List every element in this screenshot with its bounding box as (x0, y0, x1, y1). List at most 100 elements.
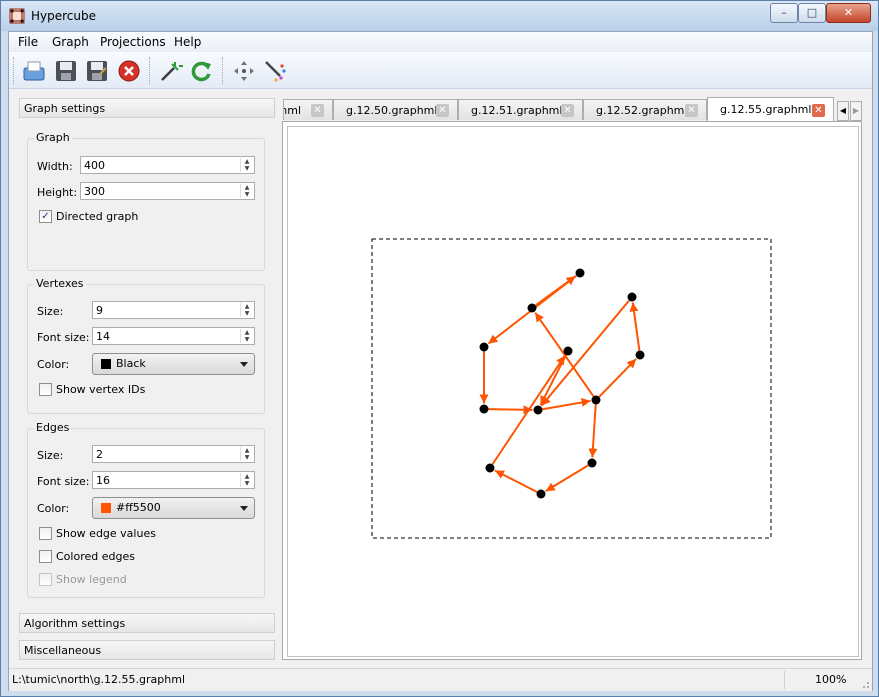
settings-panel: Graph settings Graph Width: 400 ▲ ▼ Heigh… (9, 90, 277, 660)
graph-edge-11 (494, 469, 538, 493)
edges-group-title: Edges (34, 421, 72, 434)
width-spinbox[interactable]: 400 ▲ ▼ (80, 156, 255, 174)
tab-g-12-50[interactable]: g.12.50.graphml ✕ (333, 99, 458, 120)
save-as-icon[interactable] (84, 58, 110, 84)
vertex-color-combo[interactable]: Black (92, 353, 255, 375)
open-icon[interactable] (21, 58, 47, 84)
tab-bar: g.12.49.graphml ✕ g.12.50.graphml ✕ g.12… (283, 97, 865, 121)
spin-arrows-icon[interactable]: ▲ ▼ (240, 184, 253, 198)
show-legend-checkbox[interactable] (39, 573, 52, 586)
color-icon[interactable] (262, 58, 288, 84)
graph-vertex-v11[interactable] (485, 463, 495, 473)
spin-arrows-icon[interactable]: ▲ ▼ (240, 329, 253, 343)
graph-edge-7 (598, 358, 637, 398)
toolbar-separator-2 (222, 57, 225, 85)
graph-vertex-v1[interactable] (575, 268, 585, 278)
colored-edges-checkbox[interactable] (39, 550, 52, 563)
maximize-button[interactable]: □ (798, 3, 826, 23)
width-label: Width: (37, 160, 73, 173)
graph-vertex-v7[interactable] (635, 350, 645, 360)
hypercube-app-icon (9, 8, 25, 24)
close-tab-icon[interactable]: ✕ (685, 104, 698, 117)
show-vertex-ids-checkbox[interactable] (39, 383, 52, 396)
toolbar (9, 52, 872, 89)
graph-vertex-v5[interactable] (533, 405, 543, 415)
vertex-color-value: Black (116, 357, 146, 370)
close-file-icon[interactable] (116, 58, 142, 84)
vertex-font-size-spinbox[interactable]: 14 ▲ ▼ (92, 327, 255, 345)
edge-font-size-spinbox[interactable]: 16 ▲ ▼ (92, 471, 255, 489)
transform-icon[interactable] (158, 58, 184, 84)
graph-vertex-v2[interactable] (527, 303, 537, 313)
graph-settings-header[interactable]: Graph settings (19, 98, 275, 118)
tab-g-12-49[interactable]: g.12.49.graphml ✕ (283, 99, 333, 120)
menu-projections[interactable]: Projections (100, 35, 166, 49)
show-edge-values-checkbox[interactable] (39, 527, 52, 540)
app-window: Hypercube – □ ✕ File Graph Projections H… (0, 0, 879, 697)
graph-vertex-v8[interactable] (627, 292, 637, 302)
graph-vertex-v12[interactable] (563, 346, 573, 356)
spin-arrows-icon[interactable]: ▲ ▼ (240, 447, 253, 461)
edge-layer (479, 274, 641, 493)
resize-grip-icon[interactable] (860, 679, 870, 689)
tab-scroll-right-icon[interactable]: ▶ (850, 101, 862, 121)
width-value: 400 (84, 159, 105, 172)
status-separator (784, 671, 785, 689)
graph-vertex-v10[interactable] (536, 489, 546, 499)
miscellaneous-header[interactable]: Miscellaneous (19, 640, 275, 660)
vertex-layer (479, 268, 645, 499)
edge-color-value: #ff5500 (116, 501, 161, 514)
menu-graph[interactable]: Graph (52, 35, 89, 49)
height-spinbox[interactable]: 300 ▲ ▼ (80, 182, 255, 200)
graph-edge-10 (545, 464, 589, 492)
reload-icon[interactable] (189, 58, 215, 84)
status-zoom: 100% (815, 673, 847, 686)
close-tab-icon[interactable]: ✕ (812, 104, 825, 117)
tab-g-12-52[interactable]: g.12.52.graphml ✕ (583, 99, 707, 120)
client-area: File Graph Projections Help Graph settin… (8, 31, 873, 691)
tab-label: g.12.52.graphml (596, 104, 688, 117)
vertex-size-spinbox[interactable]: 9 ▲ ▼ (92, 301, 255, 319)
vertex-size-value: 9 (96, 304, 103, 317)
edge-color-swatch (101, 503, 111, 513)
edge-size-spinbox[interactable]: 2 ▲ ▼ (92, 445, 255, 463)
tab-label: g.12.55.graphml (720, 103, 812, 116)
graph-bounds (371, 238, 772, 539)
vertex-font-size-label: Font size: (37, 331, 90, 344)
graph-vertex-v9[interactable] (587, 458, 597, 468)
edge-size-label: Size: (37, 449, 64, 462)
graph-drawing (371, 238, 772, 539)
minimize-button[interactable]: – (770, 3, 798, 23)
show-legend-label: Show legend (56, 573, 127, 586)
tab-scroll-left-icon[interactable]: ◀ (837, 101, 849, 121)
tab-g-12-55[interactable]: g.12.55.graphml ✕ (707, 97, 834, 121)
graph-edge-6 (542, 398, 591, 411)
close-tab-icon[interactable]: ✕ (311, 104, 324, 117)
graph-edge-9 (540, 299, 630, 407)
graph-canvas[interactable] (287, 126, 859, 657)
spin-arrows-icon[interactable]: ▲ ▼ (240, 303, 253, 317)
height-value: 300 (84, 185, 105, 198)
show-edge-values-label: Show edge values (56, 527, 156, 540)
algorithm-settings-header[interactable]: Algorithm settings (19, 613, 275, 633)
graph-vertex-v4[interactable] (479, 404, 489, 414)
tab-g-12-51[interactable]: g.12.51.graphml ✕ (458, 99, 583, 120)
dropdown-arrow-icon (240, 362, 248, 367)
close-tab-icon[interactable]: ✕ (436, 104, 449, 117)
move-icon[interactable] (231, 58, 257, 84)
graph-vertex-v3[interactable] (479, 342, 489, 352)
show-vertex-ids-label: Show vertex IDs (56, 383, 146, 396)
edge-color-combo[interactable]: #ff5500 (92, 497, 255, 519)
menu-file[interactable]: File (18, 35, 38, 49)
menu-help[interactable]: Help (174, 35, 201, 49)
graph-vertex-v6[interactable] (591, 395, 601, 405)
spin-arrows-icon[interactable]: ▲ ▼ (240, 473, 253, 487)
close-window-button[interactable]: ✕ (826, 3, 871, 23)
close-tab-icon[interactable]: ✕ (561, 104, 574, 117)
graph-edge-14 (588, 404, 598, 458)
save-icon[interactable] (53, 58, 79, 84)
directed-graph-label: Directed graph (56, 210, 139, 223)
directed-graph-checkbox[interactable]: ✓ (39, 210, 52, 223)
spin-arrows-icon[interactable]: ▲ ▼ (240, 158, 253, 172)
vertex-font-size-value: 14 (96, 330, 110, 343)
